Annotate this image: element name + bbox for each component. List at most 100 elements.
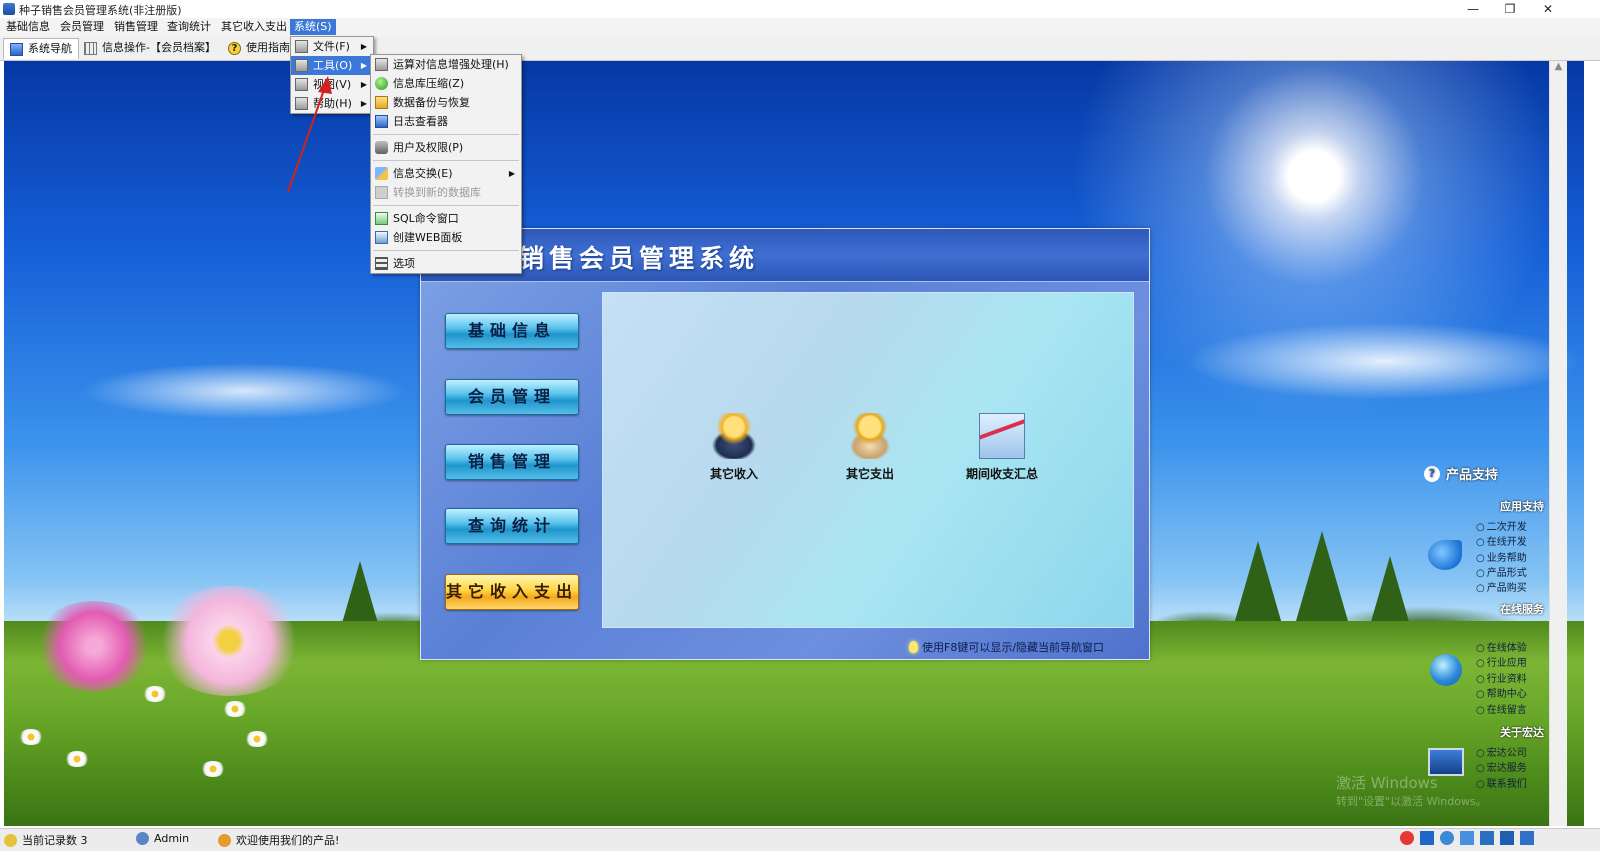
compress-icon xyxy=(375,77,388,90)
menu-item-users-permissions[interactable]: 用户及权限(P) xyxy=(371,138,521,157)
link-online-trial[interactable]: 在线体验 xyxy=(1476,639,1527,654)
tab-system-navigation[interactable]: 系统导航 xyxy=(3,38,79,59)
welcome-text: 欢迎使用我们的产品! xyxy=(236,834,340,847)
menu-member-management[interactable]: 会员管理 xyxy=(56,19,108,35)
scroll-up-icon[interactable]: ▲ xyxy=(1550,61,1567,72)
menu-item-options[interactable]: 选项 xyxy=(371,254,521,273)
log-icon xyxy=(375,115,388,128)
submenu-arrow-icon: ▶ xyxy=(508,169,515,178)
link-product-purchase[interactable]: 产品购买 xyxy=(1476,579,1527,594)
menu-item-create-web-panel[interactable]: 创建WEB面板 xyxy=(371,228,521,247)
menu-item-label: 信息库压缩(Z) xyxy=(393,77,465,90)
web-panel-icon xyxy=(375,231,388,244)
section-about: 关于宏达 xyxy=(1500,726,1544,739)
menu-item-label: 数据备份与恢复 xyxy=(393,96,470,109)
nav-button-member-management[interactable]: 会员管理 xyxy=(445,379,579,415)
f8-hint: 使用F8键可以显示/隐藏当前导航窗口 xyxy=(909,639,1104,655)
chart-coins-icon xyxy=(979,413,1025,459)
link-industry-app[interactable]: 行业应用 xyxy=(1476,654,1527,669)
function-label: 其它支出 xyxy=(845,467,894,481)
user-text: Admin xyxy=(154,832,190,845)
maximize-button[interactable]: ❐ xyxy=(1490,0,1530,18)
daisy xyxy=(142,686,168,702)
function-period-summary[interactable]: 期间收支汇总 xyxy=(957,413,1047,482)
nav-button-sales-management[interactable]: 销售管理 xyxy=(445,444,579,480)
close-button[interactable]: ✕ xyxy=(1528,0,1568,18)
menu-sales-management[interactable]: 销售管理 xyxy=(110,19,162,35)
tab-label: 信息操作-【会员档案】 xyxy=(102,41,216,54)
menu-item-file[interactable]: 文件(F) ▶ xyxy=(291,37,373,56)
menu-item-tools[interactable]: 工具(O) ▶ xyxy=(291,56,373,75)
menu-item-view[interactable]: 视图(V) ▶ xyxy=(291,75,373,94)
vertical-scrollbar[interactable]: ▲ xyxy=(1549,61,1567,826)
keyboard-icon[interactable] xyxy=(1480,831,1494,845)
minimize-button[interactable]: — xyxy=(1453,0,1493,18)
status-records: 当前记录数 3 xyxy=(4,832,88,848)
menu-item-label: 日志查看器 xyxy=(393,115,448,128)
records-text: 当前记录数 3 xyxy=(22,834,88,847)
menu-item-label: 选项 xyxy=(393,257,415,270)
tab-member-records[interactable]: 信息操作-【会员档案】 xyxy=(78,38,222,58)
function-other-income[interactable]: 其它收入 xyxy=(689,413,779,482)
users-icon xyxy=(375,141,388,154)
tools-icon xyxy=(295,59,308,72)
menu-item-label: 帮助(H) xyxy=(313,97,352,110)
menu-query-statistics[interactable]: 查询统计 xyxy=(163,19,215,35)
shirt-icon[interactable] xyxy=(1500,831,1514,845)
menu-system[interactable]: 系统(S) xyxy=(290,19,336,35)
link-business-help[interactable]: 业务帮助 xyxy=(1476,549,1527,564)
function-area: 其它收入 其它支出 期间收支汇总 xyxy=(602,292,1134,628)
exchange-icon xyxy=(375,167,388,180)
menu-basic-info[interactable]: 基础信息 xyxy=(2,19,54,35)
submenu-arrow-icon: ▶ xyxy=(360,80,367,89)
section-app-support: 应用支持 xyxy=(1500,500,1544,513)
menu-item-label: SQL命令窗口 xyxy=(393,212,459,225)
arrow-icon xyxy=(1428,540,1462,570)
app-icon xyxy=(3,3,15,15)
menu-item-label: 创建WEB面板 xyxy=(393,231,463,244)
nav-button-query-statistics[interactable]: 查询统计 xyxy=(445,508,579,544)
menu-item-label: 转换到新的数据库 xyxy=(393,186,481,199)
submenu-arrow-icon: ▶ xyxy=(360,61,367,70)
nav-button-other-income-expense[interactable]: 其它收入支出 xyxy=(445,574,579,610)
menu-item-backup[interactable]: 数据备份与恢复 xyxy=(371,93,521,112)
menu-item-sql-window[interactable]: SQL命令窗口 xyxy=(371,209,521,228)
function-other-expense[interactable]: 其它支出 xyxy=(825,413,915,482)
status-welcome: 欢迎使用我们的产品! xyxy=(218,832,339,848)
window-title: 种子销售会员管理系统(非注册版) xyxy=(19,4,182,17)
light-pink-flower xyxy=(154,586,304,696)
status-bar: 当前记录数 3 Admin 欢迎使用我们的产品! xyxy=(0,828,1600,851)
menu-item-info-exchange[interactable]: 信息交换(E) ▶ xyxy=(371,164,521,183)
menu-other-income-expense[interactable]: 其它收入支出 xyxy=(217,19,291,35)
link-secondary-dev[interactable]: 二次开发 xyxy=(1476,518,1527,533)
menu-item-enhance[interactable]: 运算对信息增强处理(H) xyxy=(371,55,521,74)
menu-item-log-viewer[interactable]: 日志查看器 xyxy=(371,112,521,131)
ime-icon[interactable] xyxy=(1400,831,1414,845)
link-help-center[interactable]: 帮助中心 xyxy=(1476,685,1527,700)
menu-separator xyxy=(373,205,519,206)
daisy xyxy=(222,701,248,717)
tab-user-guide[interactable]: ? 使用指南 xyxy=(222,38,296,58)
menu-item-convert-db: 转换到新的数据库 xyxy=(371,183,521,202)
file-icon xyxy=(295,40,308,53)
emoji-icon[interactable] xyxy=(1440,831,1454,845)
menu-item-help[interactable]: 帮助(H) ▶ xyxy=(291,94,373,113)
tools-icon[interactable] xyxy=(1520,831,1534,845)
records-icon xyxy=(4,833,17,847)
question-icon: ? xyxy=(1424,465,1440,482)
globe-icon xyxy=(1430,654,1462,686)
link-online-dev[interactable]: 在线开发 xyxy=(1476,533,1527,548)
menu-item-compress[interactable]: 信息库压缩(Z) xyxy=(371,74,521,93)
microphone-icon[interactable] xyxy=(1460,831,1474,845)
link-company[interactable]: 宏达公司 xyxy=(1476,744,1527,759)
tab-bar: 系统导航 信息操作-【会员档案】 ? 使用指南 xyxy=(0,36,1600,61)
language-icon[interactable] xyxy=(1420,831,1434,845)
welcome-icon xyxy=(218,833,231,847)
submenu-arrow-icon: ▶ xyxy=(360,99,367,108)
link-industry-data[interactable]: 行业资料 xyxy=(1476,670,1527,685)
tree-decoration xyxy=(1296,531,1348,621)
watermark-line: 激活 Windows xyxy=(1336,774,1438,792)
nav-button-basic-info[interactable]: 基础信息 xyxy=(445,313,579,349)
link-product-form[interactable]: 产品形式 xyxy=(1476,564,1527,579)
link-online-message[interactable]: 在线留言 xyxy=(1476,701,1527,716)
